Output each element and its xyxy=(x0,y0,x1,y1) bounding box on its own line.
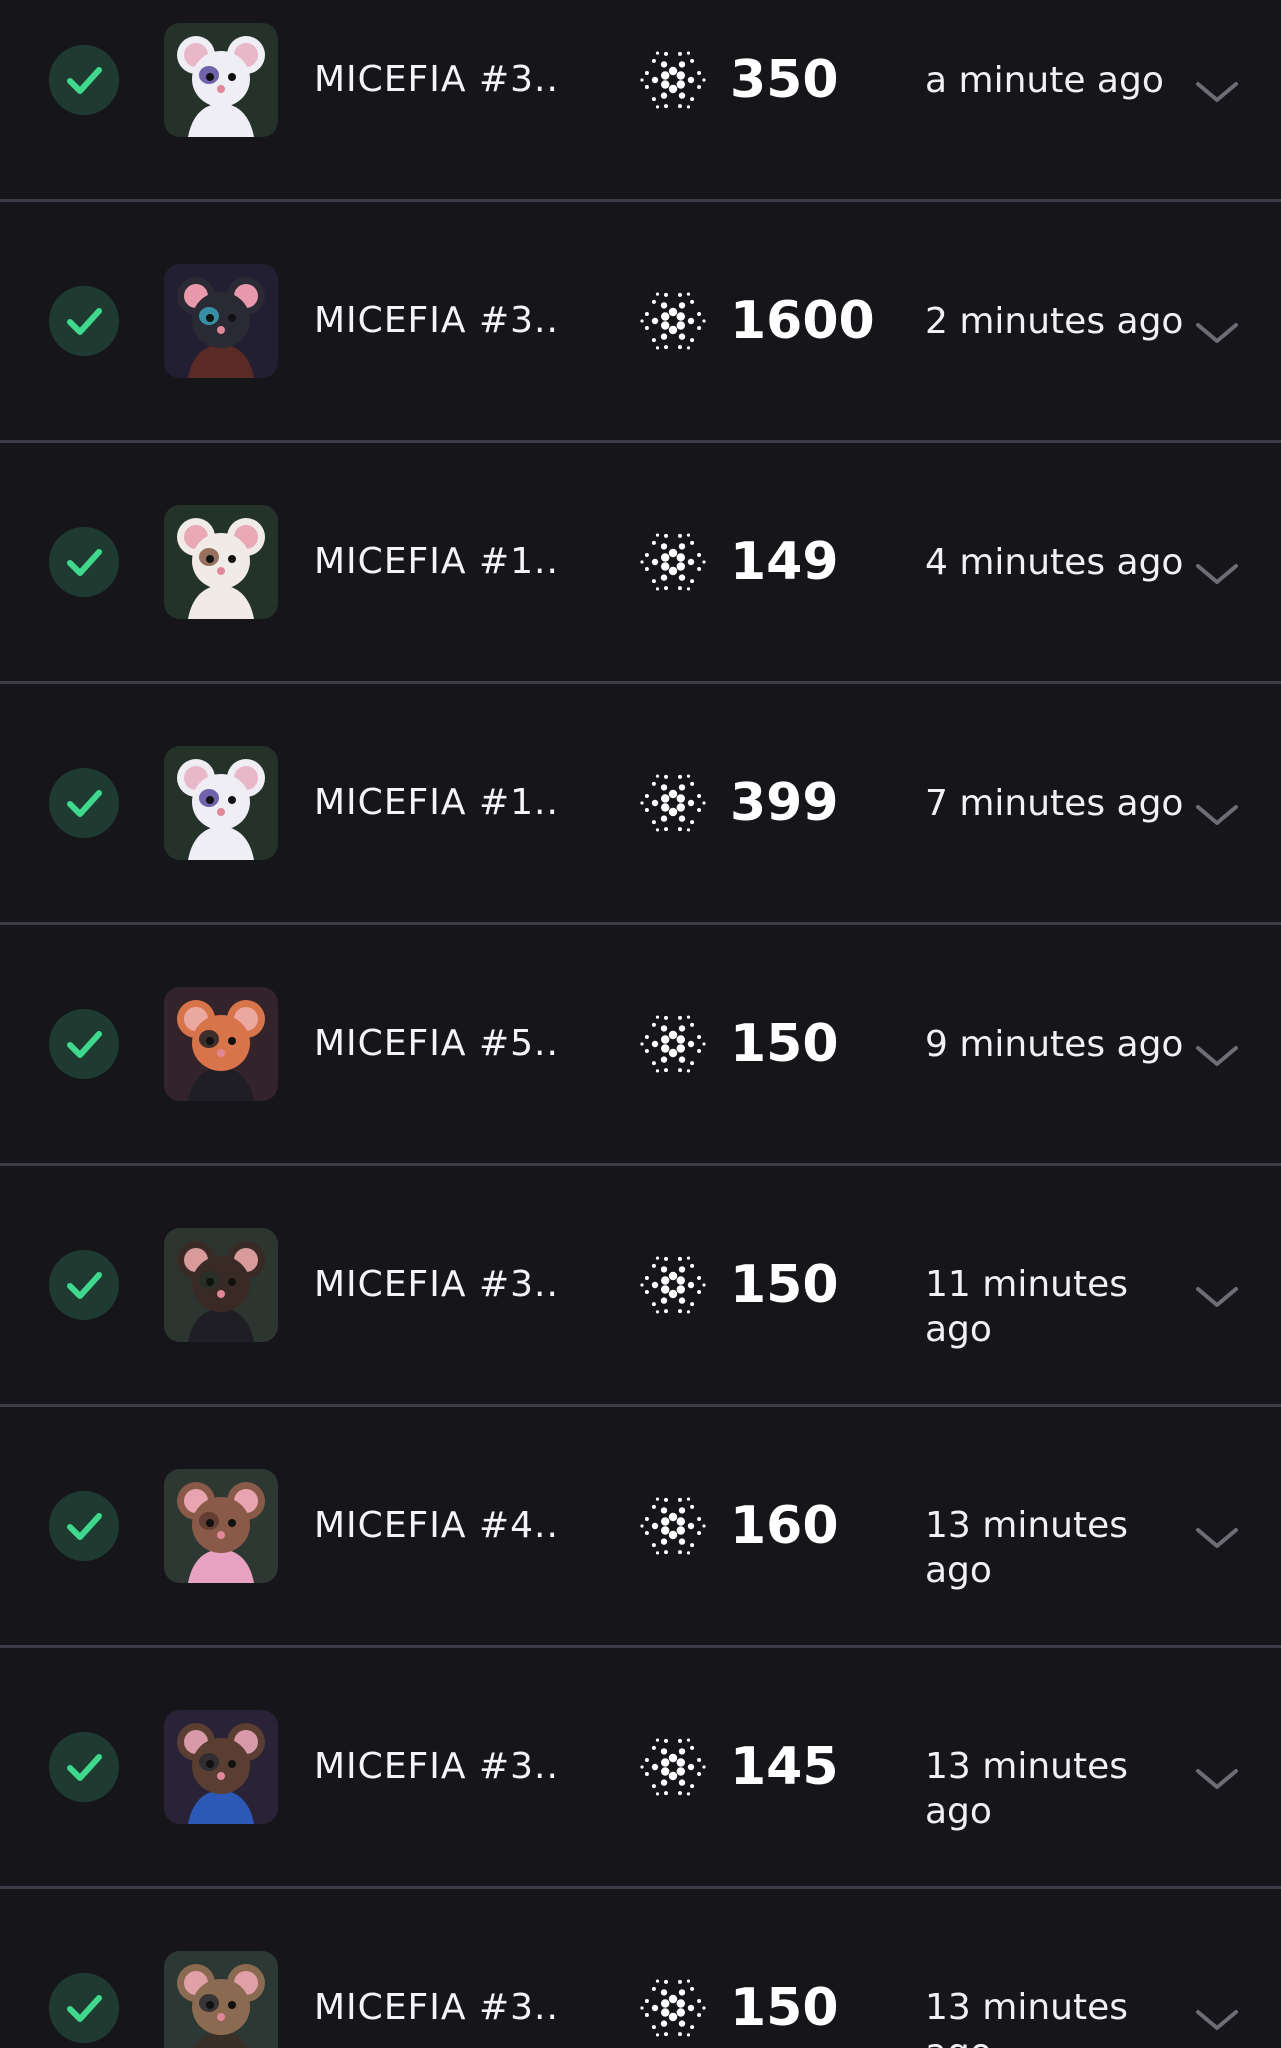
spotted-mouse-avatar[interactable] xyxy=(164,505,278,619)
sold-check-icon xyxy=(49,1009,119,1079)
item-name[interactable]: MICEFIA #3.. xyxy=(314,1742,559,1792)
chevron-down-icon[interactable] xyxy=(1194,800,1240,830)
sold-check-icon xyxy=(49,1491,119,1561)
price-value: 145 xyxy=(730,1737,839,1797)
price-value: 150 xyxy=(730,1014,839,1074)
hat-mouse-avatar[interactable] xyxy=(164,1951,278,2048)
cardano-ada-icon xyxy=(638,1491,708,1561)
sold-check-icon xyxy=(49,1973,119,2043)
time-ago: 11 minutes ago xyxy=(925,1264,1128,1350)
item-name[interactable]: MICEFIA #3.. xyxy=(314,296,559,346)
cardano-ada-icon xyxy=(638,768,708,838)
sale-row[interactable]: MICEFIA #4.. 160 13 minutes ago xyxy=(0,1406,1281,1646)
blue-jacket-mouse-avatar[interactable] xyxy=(164,1710,278,1824)
sale-row[interactable]: MICEFIA #3.. 145 13 minutes ago xyxy=(0,1647,1281,1887)
sold-check-icon xyxy=(49,45,119,115)
item-name[interactable]: MICEFIA #3.. xyxy=(314,1260,559,1310)
chevron-down-icon[interactable] xyxy=(1194,1764,1240,1794)
sale-row[interactable]: MICEFIA #3.. 150 11 minutes ago xyxy=(0,1165,1281,1405)
cardano-ada-icon xyxy=(638,45,708,115)
item-name[interactable]: MICEFIA #3.. xyxy=(314,1983,559,2033)
white-mouse-avatar[interactable] xyxy=(164,23,278,137)
item-name[interactable]: MICEFIA #1.. xyxy=(314,778,559,828)
cardano-ada-icon xyxy=(638,286,708,356)
sale-row[interactable]: MICEFIA #1.. 149 4 minutes ago xyxy=(0,442,1281,682)
price-value: 399 xyxy=(730,773,839,833)
brown-mouse-avatar[interactable] xyxy=(164,1469,278,1583)
price-value: 149 xyxy=(730,532,839,592)
chevron-down-icon[interactable] xyxy=(1194,318,1240,348)
cardano-ada-icon xyxy=(638,1250,708,1320)
sold-check-icon xyxy=(49,1732,119,1802)
sale-row[interactable]: MICEFIA #5.. 150 9 minutes ago xyxy=(0,924,1281,1164)
cardano-ada-icon xyxy=(638,1009,708,1079)
time-ago: 13 minutes ago xyxy=(925,1505,1128,1591)
cardano-ada-icon xyxy=(638,527,708,597)
white-mouse-avatar[interactable] xyxy=(164,746,278,860)
item-name[interactable]: MICEFIA #3.. xyxy=(314,55,559,105)
cardano-ada-icon xyxy=(638,1973,708,2043)
time-ago: 13 minutes ago xyxy=(925,1987,1128,2048)
sale-row[interactable]: MICEFIA #3.. 1600 2 minutes ago xyxy=(0,201,1281,441)
price-value: 150 xyxy=(730,1255,839,1315)
time-ago: 13 minutes ago xyxy=(925,1746,1128,1832)
chevron-down-icon[interactable] xyxy=(1194,1523,1240,1553)
chevron-down-icon[interactable] xyxy=(1194,559,1240,589)
item-name[interactable]: MICEFIA #5.. xyxy=(314,1019,559,1069)
sold-check-icon xyxy=(49,1250,119,1320)
price-value: 150 xyxy=(730,1978,839,2038)
chevron-down-icon[interactable] xyxy=(1194,2005,1240,2035)
price-value: 1600 xyxy=(730,291,875,351)
sold-check-icon xyxy=(49,768,119,838)
price-value: 350 xyxy=(730,50,839,110)
dark-mouse-avatar[interactable] xyxy=(164,1228,278,1342)
cardano-ada-icon xyxy=(638,1732,708,1802)
sale-row[interactable]: MICEFIA #1.. 399 7 minutes ago xyxy=(0,683,1281,923)
price-value: 160 xyxy=(730,1496,839,1556)
black-white-mouse-avatar[interactable] xyxy=(164,264,278,378)
sold-check-icon xyxy=(49,527,119,597)
sale-row[interactable]: MICEFIA #3.. 350 a minute ago xyxy=(0,0,1281,200)
chevron-down-icon[interactable] xyxy=(1194,77,1240,107)
sale-row[interactable]: MICEFIA #3.. 150 13 minutes ago xyxy=(0,1888,1281,2048)
item-name[interactable]: MICEFIA #4.. xyxy=(314,1501,559,1551)
ginger-mouse-avatar[interactable] xyxy=(164,987,278,1101)
sales-list: MICEFIA #3.. 350 a minute ago MICEFIA #3.. 1… xyxy=(0,0,1281,2048)
chevron-down-icon[interactable] xyxy=(1194,1041,1240,1071)
chevron-down-icon[interactable] xyxy=(1194,1282,1240,1312)
sold-check-icon xyxy=(49,286,119,356)
item-name[interactable]: MICEFIA #1.. xyxy=(314,537,559,587)
